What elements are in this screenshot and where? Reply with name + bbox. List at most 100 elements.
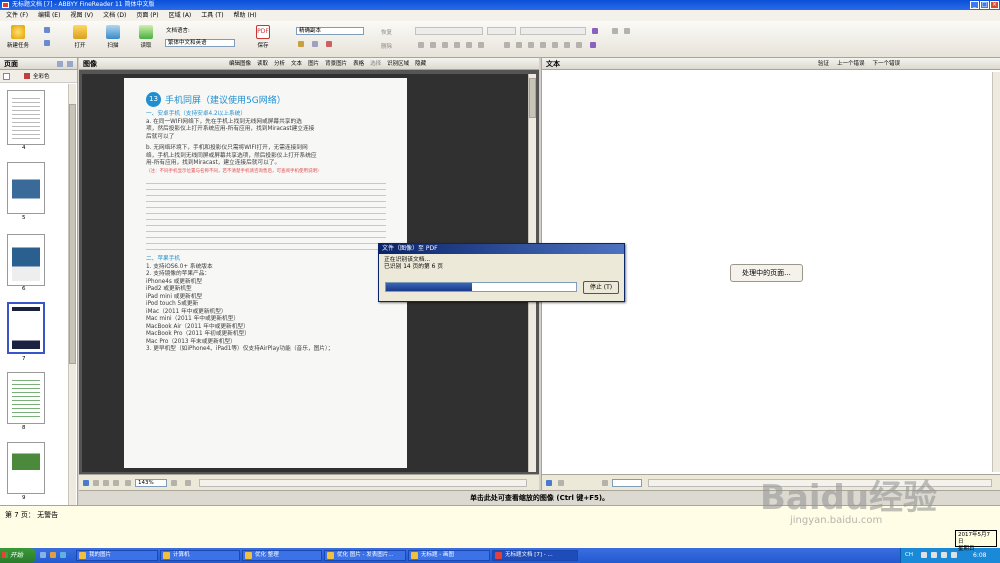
stop-button[interactable]: 停止 (T) <box>583 281 619 294</box>
page-thumbnail-selected[interactable] <box>7 302 45 354</box>
background-picture-tool[interactable]: 背景图片 <box>325 58 347 70</box>
zoom-mode-icon[interactable] <box>113 480 119 486</box>
panel-menu-icon[interactable] <box>67 61 73 67</box>
recognition-area-tool[interactable]: 识别区域 <box>387 58 409 70</box>
text-scrollbar[interactable] <box>992 72 1000 472</box>
replace-icon[interactable] <box>624 28 630 34</box>
zoom-in-icon[interactable] <box>171 480 177 486</box>
zoom-out-icon[interactable] <box>125 480 131 486</box>
view-mode-icon[interactable] <box>57 61 63 67</box>
bold-icon[interactable] <box>418 42 424 48</box>
small-doc-icon[interactable] <box>44 27 50 33</box>
clock-time[interactable]: 6:08 <box>973 552 986 559</box>
scroll-thumb[interactable] <box>69 104 76 364</box>
horizontal-scrollbar[interactable] <box>199 479 527 487</box>
page-thumbnail[interactable] <box>7 372 45 424</box>
page-thumbnail[interactable] <box>7 90 45 145</box>
menu-help[interactable]: 帮助 (H) <box>234 10 257 21</box>
table-area-tool[interactable]: 表格 <box>353 58 364 70</box>
justify-icon[interactable] <box>540 42 546 48</box>
edit-image-tool[interactable]: 编辑图像 <box>229 58 251 70</box>
pages-scrollbar[interactable] <box>68 84 76 505</box>
small-save-icon[interactable] <box>298 41 304 47</box>
align-left-icon[interactable] <box>504 42 510 48</box>
select-tool[interactable]: 选择 <box>370 58 381 70</box>
delete-button[interactable]: 删除 <box>381 42 392 50</box>
zoom-out-icon[interactable] <box>602 480 608 486</box>
hide-tool[interactable]: 隐藏 <box>415 58 426 70</box>
rotate-icon[interactable] <box>185 480 191 486</box>
doc-language-select[interactable]: 繁体中文和英语 <box>165 39 235 47</box>
menu-document[interactable]: 文档 (D) <box>103 10 126 21</box>
font-size-select[interactable] <box>487 27 516 35</box>
search-icon[interactable] <box>612 28 618 34</box>
color-icon[interactable] <box>478 42 484 48</box>
format-icon[interactable] <box>592 28 598 34</box>
read-tool[interactable]: 读取 <box>257 58 268 70</box>
taskbar-item-active[interactable]: 无标题文档 [7] - ... <box>492 550 578 561</box>
fit-width-icon[interactable] <box>558 480 564 486</box>
previous-error-button[interactable]: 上一个错误 <box>837 58 865 70</box>
list-icon[interactable] <box>564 42 570 48</box>
close-button[interactable]: × <box>990 1 999 9</box>
quicklaunch-icon[interactable] <box>50 552 56 558</box>
select-all-checkbox[interactable] <box>3 73 10 80</box>
zoom-select[interactable]: 143% <box>135 479 167 487</box>
picture-area-tool[interactable]: 图片 <box>308 58 319 70</box>
save-format-select[interactable]: 精确副本 <box>296 27 364 35</box>
style-select[interactable] <box>415 27 483 35</box>
menu-edit[interactable]: 编辑 (E) <box>38 10 60 21</box>
scroll-thumb[interactable] <box>529 78 536 118</box>
tray-icon[interactable] <box>931 552 937 558</box>
quicklaunch-icon[interactable] <box>40 552 46 558</box>
underline-icon[interactable] <box>442 42 448 48</box>
taskbar-item[interactable]: 计算机 <box>160 550 240 561</box>
superscript-icon[interactable] <box>454 42 460 48</box>
new-task-button[interactable]: 新建任务 <box>4 25 32 49</box>
page-thumbnail[interactable] <box>7 234 45 286</box>
text-zoom-select[interactable] <box>612 479 642 487</box>
menu-file[interactable]: 文件 (F) <box>6 10 28 21</box>
text-area-tool[interactable]: 文本 <box>291 58 302 70</box>
menu-page[interactable]: 页面 (P) <box>136 10 158 21</box>
fit-width-icon[interactable] <box>93 480 99 486</box>
taskbar-item[interactable]: 优化 整理 <box>242 550 322 561</box>
next-error-button[interactable]: 下一个错误 <box>873 58 901 70</box>
quicklaunch-icon[interactable] <box>60 552 66 558</box>
scan-button[interactable]: 扫描 <box>99 25 127 49</box>
tray-icon[interactable] <box>921 552 927 558</box>
restore-button[interactable]: 恢复 <box>381 28 392 36</box>
small-mail-icon[interactable] <box>326 41 332 47</box>
small-copy-icon[interactable] <box>44 40 50 46</box>
taskbar-item[interactable]: 我的图片 <box>76 550 158 561</box>
italic-icon[interactable] <box>430 42 436 48</box>
page-thumbnail[interactable] <box>7 442 45 494</box>
menu-area[interactable]: 区域 (A) <box>169 10 192 21</box>
analyze-tool[interactable]: 分析 <box>274 58 285 70</box>
read-button[interactable]: 读取 <box>132 25 160 49</box>
fit-page-icon[interactable] <box>546 480 552 486</box>
language-indicator[interactable]: CH <box>905 552 913 558</box>
start-button[interactable]: 开始 <box>0 548 36 563</box>
indent-icon[interactable] <box>552 42 558 48</box>
page-thumbnail[interactable] <box>7 162 45 214</box>
text-style-icon[interactable] <box>590 42 596 48</box>
small-print-icon[interactable] <box>312 41 318 47</box>
menu-tools[interactable]: 工具 (T) <box>201 10 223 21</box>
save-button[interactable]: PDF 保存 <box>249 25 277 49</box>
menu-view[interactable]: 视图 (V) <box>70 10 93 21</box>
subscript-icon[interactable] <box>466 42 472 48</box>
maximize-button[interactable]: □ <box>980 1 989 9</box>
taskbar-item[interactable]: 无标题 - 画图 <box>408 550 490 561</box>
taskbar-item[interactable]: 优化 图片 - 发表图片... <box>324 550 406 561</box>
color-mode-label[interactable]: 全彩色 <box>33 72 50 80</box>
fit-page-icon[interactable] <box>83 480 89 486</box>
numbered-list-icon[interactable] <box>576 42 582 48</box>
verify-button[interactable]: 验证 <box>818 58 829 70</box>
tray-icon[interactable] <box>941 552 947 558</box>
font-select[interactable] <box>520 27 586 35</box>
open-button[interactable]: 打开 <box>66 25 94 49</box>
align-center-icon[interactable] <box>516 42 522 48</box>
minimize-button[interactable]: _ <box>970 1 979 9</box>
align-right-icon[interactable] <box>528 42 534 48</box>
